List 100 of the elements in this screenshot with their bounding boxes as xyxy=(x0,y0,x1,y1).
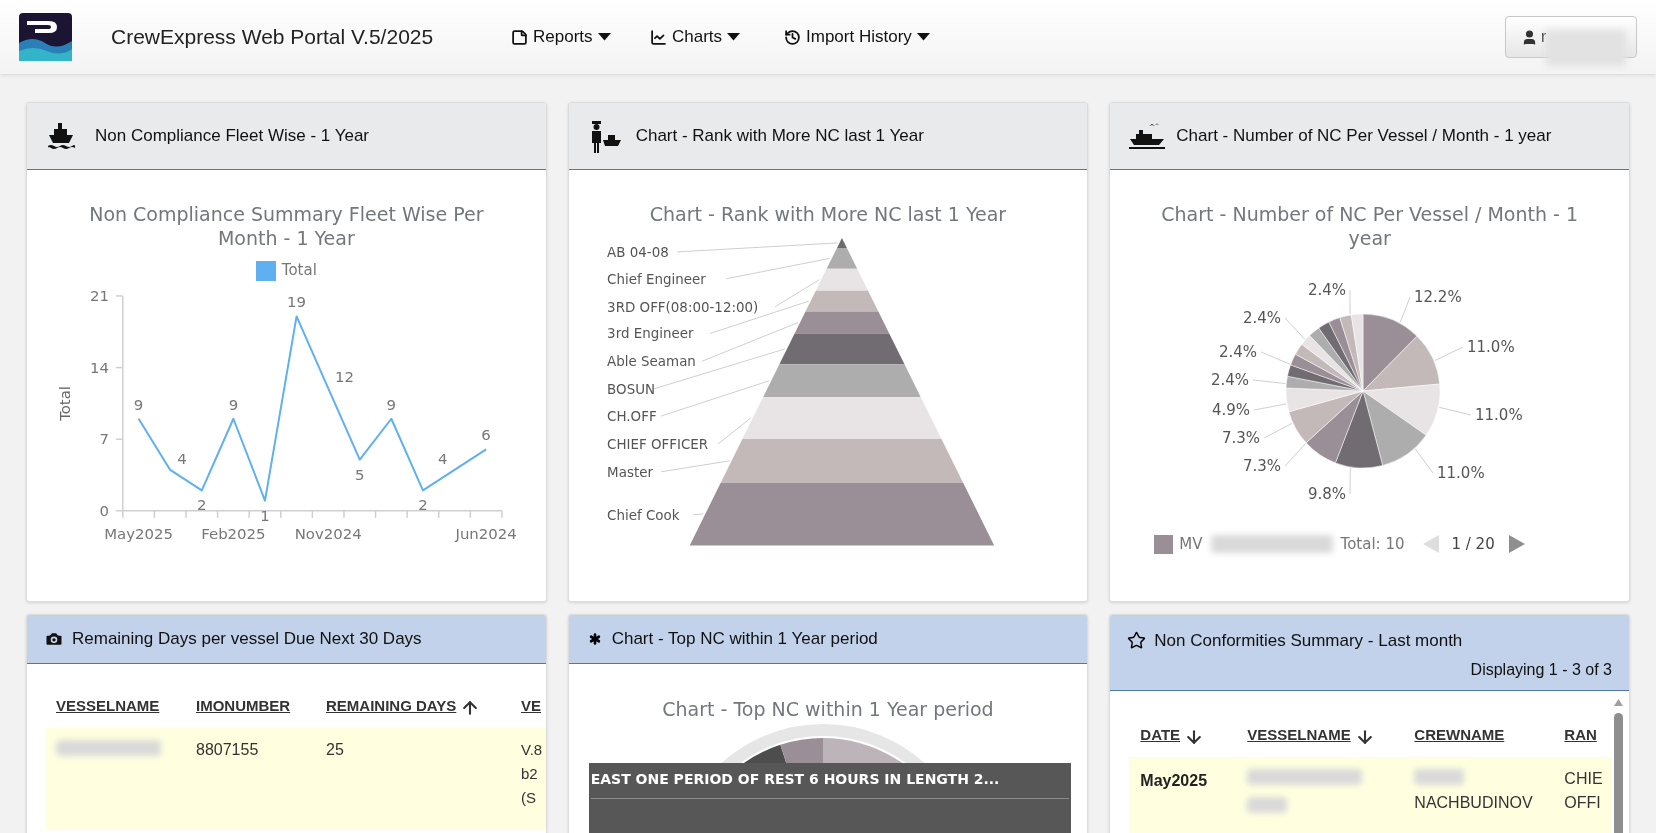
column-header[interactable]: IMONUMBER xyxy=(196,695,291,718)
rank-label: 3rd Engineer xyxy=(606,326,694,342)
leader-line xyxy=(1252,379,1287,384)
leader-line xyxy=(1284,317,1306,340)
ship-icon xyxy=(46,121,76,151)
table-cell: 25 xyxy=(326,741,344,758)
nav-item-icon xyxy=(511,28,528,46)
data-label: 4 xyxy=(438,449,448,468)
table-cell-text: (S xyxy=(521,788,537,808)
column-header[interactable]: REMAINING DAYS xyxy=(326,695,481,718)
table-cell: May2025 xyxy=(1140,772,1208,789)
percent-label: 9.8% xyxy=(1308,485,1347,503)
nav-menu-button[interactable]: Reports xyxy=(511,24,650,50)
leader-line xyxy=(1415,448,1434,474)
rank-label: CH.OFF xyxy=(606,408,657,424)
rank-label: CHIEF OFFICER xyxy=(606,436,708,452)
blurred-crew-name xyxy=(1414,769,1465,785)
leader-line xyxy=(1349,467,1352,495)
legend-label: Total xyxy=(281,260,317,282)
leader-line xyxy=(1439,406,1472,416)
axis-tick-label: 7 xyxy=(99,429,109,448)
column-header[interactable]: RAN xyxy=(1564,724,1597,747)
chart-title: Chart - Top NC within 1 Year period xyxy=(661,697,995,721)
user-icon xyxy=(1521,28,1538,46)
data-label: 19 xyxy=(287,293,307,312)
data-label: 9 xyxy=(386,395,397,414)
rank-label: AB 04-08 xyxy=(606,244,669,260)
rank-label: Chief Cook xyxy=(606,507,680,523)
nav-menu-button[interactable]: Charts xyxy=(650,24,784,50)
ship-with-birds-icon xyxy=(1129,122,1166,150)
card-title: Chart - Top NC within 1 Year period xyxy=(611,628,878,651)
percent-label: 11.0% xyxy=(1475,406,1523,424)
table-row[interactable]: 8807155 25 V.8 b2 (S xyxy=(46,728,546,830)
percent-label: 12.2% xyxy=(1414,288,1462,306)
data-label: 9 xyxy=(133,395,144,414)
axis-tick-label: Feb2025 xyxy=(201,524,266,543)
card-title: Non Conformities Summary - Last month xyxy=(1154,630,1463,652)
column-header[interactable]: VESSELNAME xyxy=(56,695,160,718)
card-title: Chart - Number of NC Per Vessel / Month - 1 year xyxy=(1176,125,1552,148)
card-title: Chart - Rank with More NC last 1 Year xyxy=(635,125,924,148)
percent-label: 7.3% xyxy=(1222,429,1261,447)
chart-title: Non Compliance Summary Fleet Wise Per Month - 1 Year xyxy=(88,202,485,250)
star-icon xyxy=(1127,631,1147,651)
displaying-count: Displaying 1 - 3 of 3 xyxy=(1470,659,1612,680)
percent-label: 2.4% xyxy=(1211,371,1250,389)
chart-title: Chart - Rank with More NC last 1 Year xyxy=(648,202,1008,226)
logo-icon xyxy=(19,13,72,61)
percent-label: 2.4% xyxy=(1308,281,1347,299)
table-row[interactable]: May2025 NACHBUDINOV CHIE OFFI xyxy=(1129,757,1613,833)
caret-icon xyxy=(727,33,741,41)
caret-icon xyxy=(916,33,930,41)
data-label: 5 xyxy=(355,465,365,484)
axis-tick-label: 21 xyxy=(89,286,109,305)
leader-line xyxy=(1434,346,1464,362)
table-cell-text: V.8 xyxy=(521,740,544,760)
table-cell: 8807155 xyxy=(196,741,259,758)
nav-menu-button[interactable]: Import History xyxy=(784,24,944,50)
blurred-vessel-name xyxy=(1247,797,1288,813)
tooltip-text: EAST ONE PERIOD OF REST 6 HOURS IN LENGTH 2... xyxy=(590,770,1001,789)
column-header[interactable]: CREWNAME xyxy=(1414,724,1505,747)
percent-label: 7.3% xyxy=(1243,457,1282,475)
leader-line xyxy=(1284,443,1307,467)
rank-label: Master xyxy=(606,464,653,480)
rank-label: 3RD OFF(08:00-12:00) xyxy=(606,299,758,315)
chart-title: Chart - Number of NC Per Vessel / Month - 1 year xyxy=(1160,202,1580,250)
data-label: 12 xyxy=(335,367,355,386)
leader-line xyxy=(692,513,704,515)
table-cell-text: CHIE xyxy=(1564,769,1604,789)
axis-tick-label: 14 xyxy=(89,358,109,377)
leader-line xyxy=(1263,422,1293,439)
user-name: r xyxy=(1541,27,1547,47)
app-title: CrewExpress Web Portal V.5/2025 xyxy=(111,24,435,51)
caret-icon xyxy=(597,33,611,41)
data-label: 2 xyxy=(418,495,428,514)
data-label: 1 xyxy=(260,506,270,525)
axis-tick-label: Nov2024 xyxy=(294,524,362,543)
axis-tick-label: May2025 xyxy=(104,524,173,543)
table-cell-text: b2 xyxy=(521,764,539,784)
page-indicator: 1 / 20 xyxy=(1451,533,1495,555)
percent-label: 4.9% xyxy=(1212,401,1251,419)
axis-tick-label: 0 xyxy=(99,501,109,520)
leader-line xyxy=(1400,296,1411,323)
legend-total: Total: 10 xyxy=(1340,533,1405,555)
card-title: Non Compliance Fleet Wise - 1 Year xyxy=(95,125,370,148)
percent-label: 2.4% xyxy=(1243,309,1282,327)
axis-title: Total xyxy=(56,385,75,421)
percent-label: 11.0% xyxy=(1437,464,1485,482)
percent-label: 2.4% xyxy=(1219,343,1258,361)
leader-line xyxy=(1253,403,1287,411)
next-page-icon[interactable] xyxy=(1506,534,1527,554)
column-header[interactable]: DATE xyxy=(1140,724,1205,747)
rank-label: BOSUN xyxy=(606,382,655,398)
table-cell-text: OFFI xyxy=(1564,793,1602,813)
scroll-up-icon[interactable] xyxy=(1613,698,1625,707)
column-header[interactable]: VE xyxy=(521,695,541,718)
data-label: 2 xyxy=(197,495,207,514)
data-label: 4 xyxy=(177,449,187,468)
legend-label: MV xyxy=(1179,533,1203,555)
data-label: 6 xyxy=(481,426,491,445)
column-header[interactable]: VESSELNAME xyxy=(1247,724,1375,747)
